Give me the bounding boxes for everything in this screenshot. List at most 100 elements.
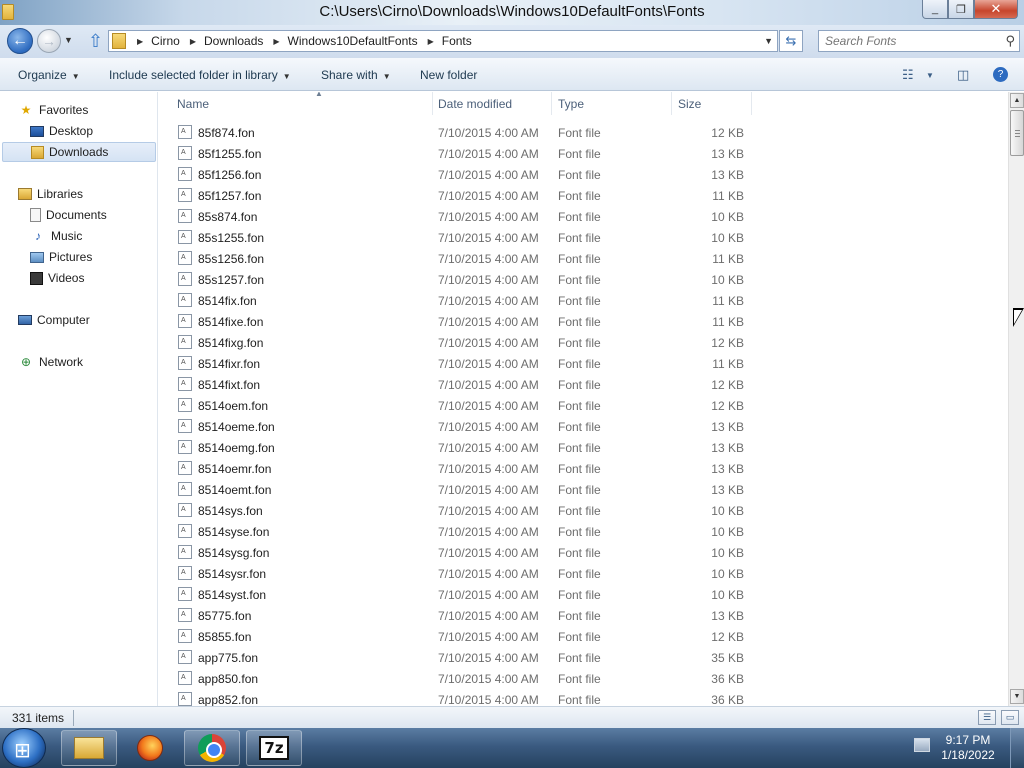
column-header-name[interactable]: Name ▲	[177, 92, 433, 115]
item-count: 331 items	[12, 711, 65, 725]
change-view-button[interactable]: ☷	[902, 67, 914, 83]
file-row[interactable]: A 8514fixr.fon 7/10/2015 4:00 AM Font file 1…	[159, 353, 1008, 374]
search-box[interactable]: ⚲	[818, 30, 1020, 52]
scrollbar-thumb[interactable]	[1010, 110, 1024, 156]
file-row[interactable]: A 85855.fon 7/10/2015 4:00 AM Font file 12 K…	[159, 626, 1008, 647]
show-desktop-button[interactable]	[1010, 728, 1024, 768]
back-button[interactable]: ←	[7, 28, 33, 54]
taskbar-explorer-button[interactable]	[61, 730, 117, 766]
file-row[interactable]: A 85f874.fon 7/10/2015 4:00 AM Font file 12 …	[159, 122, 1008, 143]
taskbar-chrome-button[interactable]	[184, 730, 240, 766]
help-button[interactable]: ?	[993, 67, 1008, 82]
file-row[interactable]: A 8514sysg.fon 7/10/2015 4:00 AM Font file 1…	[159, 542, 1008, 563]
maximize-button[interactable]: ❐	[948, 0, 974, 19]
scroll-down-button[interactable]: ▼	[1010, 689, 1024, 704]
include-in-library-button[interactable]: Include selected folder in library ▼	[109, 68, 291, 82]
address-history-dropdown[interactable]: ▼	[764, 36, 773, 46]
column-header-type[interactable]: Type	[558, 92, 672, 115]
file-name: 8514oeme.fon	[198, 420, 275, 434]
file-row[interactable]: A 8514oemt.fon 7/10/2015 4:00 AM Font file 1…	[159, 479, 1008, 500]
new-folder-button[interactable]: New folder	[420, 68, 477, 82]
breadcrumb-item-fonts[interactable]: Fonts	[442, 34, 472, 48]
search-input[interactable]	[825, 34, 995, 48]
nav-item-network[interactable]: ⊕ Network	[18, 352, 157, 372]
file-row[interactable]: A 85f1257.fon 7/10/2015 4:00 AM Font file 11…	[159, 185, 1008, 206]
file-row[interactable]: A 8514fixt.fon 7/10/2015 4:00 AM Font file 1…	[159, 374, 1008, 395]
up-button[interactable]: ⇧	[88, 31, 103, 51]
taskbar-7zip-button[interactable]: 7z	[246, 730, 302, 766]
minimize-button[interactable]: _	[922, 0, 948, 19]
large-icons-view-button[interactable]: ▭	[1001, 710, 1019, 725]
nav-item-downloads[interactable]: Downloads	[2, 142, 156, 162]
clock-date: 1/18/2022	[941, 748, 995, 762]
taskbar-clock[interactable]: 9:17 PM 1/18/2022	[938, 733, 998, 763]
taskbar-firefox-button[interactable]	[122, 730, 178, 766]
file-row[interactable]: A 8514fix.fon 7/10/2015 4:00 AM Font file 11…	[159, 290, 1008, 311]
status-divider	[73, 710, 74, 726]
breadcrumb-item-cirno[interactable]: Cirno	[151, 34, 180, 48]
file-row[interactable]: A 85f1256.fon 7/10/2015 4:00 AM Font file 13…	[159, 164, 1008, 185]
nav-item-favorites[interactable]: ★ Favorites	[18, 100, 157, 120]
nav-item-libraries[interactable]: Libraries	[18, 184, 157, 204]
file-row[interactable]: A 8514fixe.fon 7/10/2015 4:00 AM Font file 1…	[159, 311, 1008, 332]
search-icon[interactable]: ⚲	[1005, 33, 1015, 49]
file-row[interactable]: Aapp852.fon 7/10/2015 4:00 AM Font file 36 …	[159, 689, 1008, 706]
view-options-dropdown[interactable]: ▼	[926, 71, 934, 80]
nav-item-documents[interactable]: Documents	[30, 205, 157, 225]
file-row[interactable]: A 8514sysr.fon 7/10/2015 4:00 AM Font file 1…	[159, 563, 1008, 584]
nav-item-music[interactable]: ♪ Music	[30, 226, 157, 246]
file-row[interactable]: A 85s1257.fon 7/10/2015 4:00 AM Font file 10…	[159, 269, 1008, 290]
file-row[interactable]: A 8514fixg.fon 7/10/2015 4:00 AM Font file 1…	[159, 332, 1008, 353]
start-button[interactable]: ⊞	[2, 728, 46, 768]
share-with-button[interactable]: Share with ▼	[321, 68, 391, 82]
title-bar[interactable]: C:\Users\Cirno\Downloads\Windows10Defaul…	[0, 0, 1024, 25]
chevron-down-icon: ▼	[764, 36, 773, 46]
file-row[interactable]: A 8514sys.fon 7/10/2015 4:00 AM Font file 10…	[159, 500, 1008, 521]
breadcrumb-separator-icon[interactable]: ▶	[273, 37, 279, 46]
file-date-modified: 7/10/2015 4:00 AM	[438, 504, 539, 518]
file-date-modified: 7/10/2015 4:00 AM	[438, 231, 539, 245]
organize-button[interactable]: Organize ▼	[18, 68, 80, 82]
file-row[interactable]: A 85f1255.fon 7/10/2015 4:00 AM Font file 13…	[159, 143, 1008, 164]
file-row[interactable]: A 8514oem.fon 7/10/2015 4:00 AM Font file 12…	[159, 395, 1008, 416]
breadcrumb-item-downloads[interactable]: Downloads	[204, 34, 263, 48]
help-icon: ?	[997, 69, 1004, 80]
nav-item-computer[interactable]: Computer	[18, 310, 157, 330]
file-name: 8514oem.fon	[198, 399, 269, 413]
file-row[interactable]: A 8514oeme.fon 7/10/2015 4:00 AM Font file 1…	[159, 416, 1008, 437]
breadcrumb: ▶ Cirno ▶ Downloads ▶ Windows10DefaultFo…	[131, 34, 472, 48]
file-row[interactable]: A 85775.fon 7/10/2015 4:00 AM Font file 13 K…	[159, 605, 1008, 626]
nav-item-desktop[interactable]: Desktop	[30, 121, 157, 141]
column-header-label: Name	[177, 96, 210, 111]
file-row[interactable]: A 8514syst.fon 7/10/2015 4:00 AM Font file 1…	[159, 584, 1008, 605]
vertical-scrollbar[interactable]: ▲ ▼	[1008, 92, 1024, 706]
file-name: 8514sys.fon	[198, 504, 263, 518]
column-header-size[interactable]: Size	[678, 92, 752, 115]
forward-button[interactable]: →	[37, 29, 61, 53]
file-row[interactable]: A 8514oemg.fon 7/10/2015 4:00 AM Font file 1…	[159, 437, 1008, 458]
file-row[interactable]: A 8514oemr.fon 7/10/2015 4:00 AM Font file 1…	[159, 458, 1008, 479]
file-row[interactable]: Aapp850.fon 7/10/2015 4:00 AM Font file 36 …	[159, 668, 1008, 689]
file-row[interactable]: Aapp775.fon 7/10/2015 4:00 AM Font file 35 …	[159, 647, 1008, 668]
file-row[interactable]: A 8514syse.fon 7/10/2015 4:00 AM Font file 1…	[159, 521, 1008, 542]
file-row[interactable]: A 85s1256.fon 7/10/2015 4:00 AM Font file 11…	[159, 248, 1008, 269]
breadcrumb-item-windows10defaultfonts[interactable]: Windows10DefaultFonts	[288, 34, 418, 48]
preview-pane-button[interactable]: ◫	[957, 67, 969, 83]
breadcrumb-separator-icon[interactable]: ▶	[137, 37, 143, 46]
close-button[interactable]: ✕	[974, 0, 1018, 19]
address-bar[interactable]: ▶ Cirno ▶ Downloads ▶ Windows10DefaultFo…	[108, 30, 778, 52]
breadcrumb-separator-icon[interactable]: ▶	[190, 37, 196, 46]
recent-pages-dropdown[interactable]: ▼	[64, 35, 73, 45]
file-size: 10 KB	[711, 273, 744, 287]
file-row[interactable]: A 85s874.fon 7/10/2015 4:00 AM Font file 10 …	[159, 206, 1008, 227]
breadcrumb-separator-icon[interactable]: ▶	[428, 37, 434, 46]
column-header-date-modified[interactable]: Date modified	[438, 92, 552, 115]
details-view-button[interactable]: ☰	[978, 710, 996, 725]
network-tray-icon[interactable]	[914, 738, 930, 752]
refresh-button[interactable]: ⇆	[779, 30, 803, 52]
nav-item-videos[interactable]: Videos	[30, 268, 157, 288]
file-row[interactable]: A 85s1255.fon 7/10/2015 4:00 AM Font file 10…	[159, 227, 1008, 248]
nav-item-pictures[interactable]: Pictures	[30, 247, 157, 267]
scroll-up-button[interactable]: ▲	[1010, 93, 1024, 108]
file-name: 85f1257.fon	[198, 189, 262, 203]
